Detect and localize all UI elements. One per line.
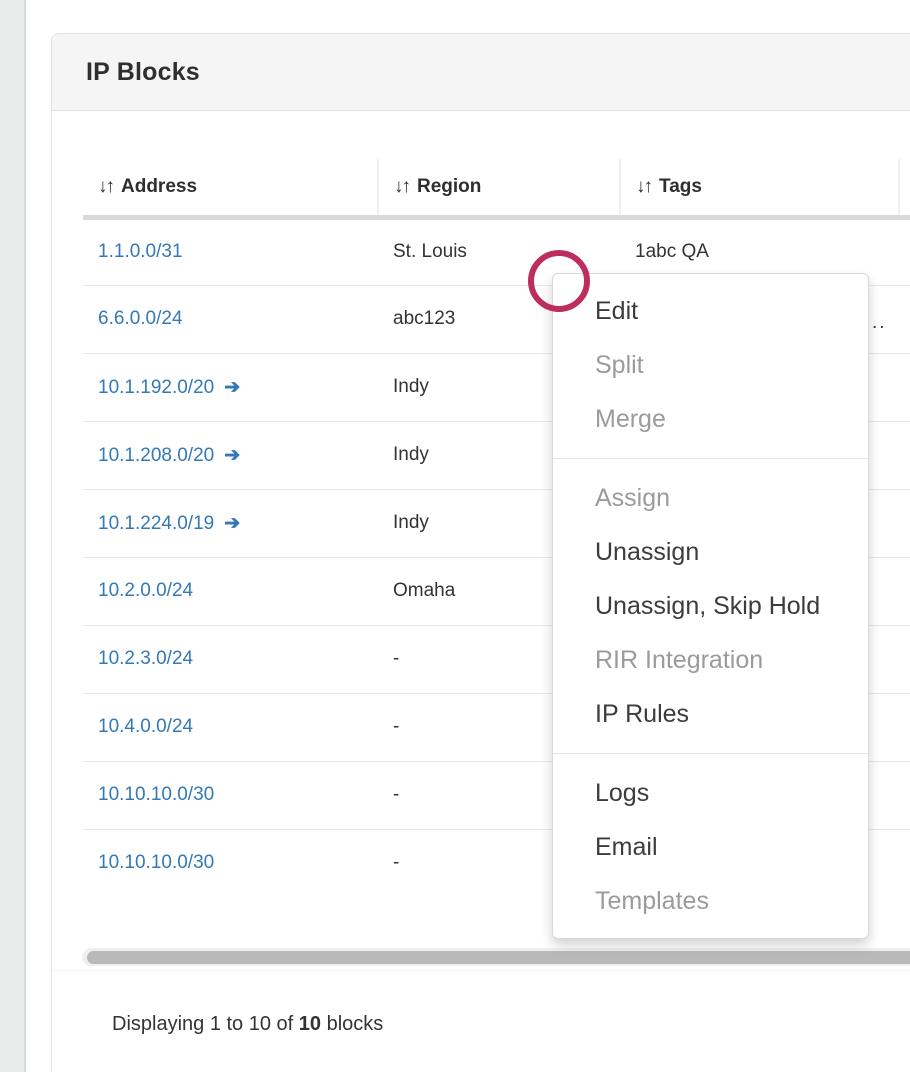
subblock-arrow-icon: ➔ — [224, 513, 240, 534]
address-link[interactable]: 1.1.0.0/31 — [98, 241, 183, 262]
address-link[interactable]: 10.1.192.0/20 — [98, 377, 214, 398]
pagination-summary-suffix: blocks — [321, 1013, 383, 1035]
click-indicator-ring — [528, 250, 590, 312]
subblock-arrow-icon: ➔ — [224, 445, 240, 466]
menu-item-templates: Templates — [553, 874, 868, 928]
address-link[interactable]: 6.6.0.0/24 — [98, 308, 183, 329]
horizontal-scrollbar-track[interactable] — [82, 948, 910, 966]
address-link[interactable]: 10.10.10.0/30 — [98, 784, 214, 805]
sort-icon[interactable]: ↓↑ — [98, 176, 113, 197]
panel-header: IP Blocks — [52, 34, 910, 111]
column-label: Region — [417, 176, 481, 197]
column-label: Tags — [659, 176, 702, 197]
menu-item-assign: Assign — [553, 471, 868, 525]
horizontal-scrollbar-thumb[interactable] — [87, 951, 910, 964]
row-context-menu: Edit Split Merge Assign Unassign Unassig… — [552, 273, 869, 939]
table-header-row: ↓↑ Address ↓↑ Region ↓↑ Tags — [83, 159, 910, 217]
subblock-arrow-icon: ➔ — [224, 377, 240, 398]
address-link[interactable]: 10.4.0.0/24 — [98, 716, 193, 737]
address-link[interactable]: 10.2.3.0/24 — [98, 648, 193, 669]
column-label: Address — [121, 176, 197, 197]
page-title: IP Blocks — [86, 58, 200, 87]
address-link[interactable]: 10.2.0.0/24 — [98, 580, 193, 601]
sort-icon[interactable]: ↓↑ — [394, 176, 409, 197]
column-header-tags[interactable]: ↓↑ Tags — [620, 159, 899, 217]
address-link[interactable]: 10.1.208.0/20 — [98, 445, 214, 466]
address-link[interactable]: 10.10.10.0/30 — [98, 852, 214, 873]
menu-item-ip-rules[interactable]: IP Rules — [553, 687, 868, 741]
menu-item-split: Split — [553, 338, 868, 392]
address-link[interactable]: 10.1.224.0/19 — [98, 513, 214, 534]
menu-item-email[interactable]: Email — [553, 820, 868, 874]
pagination-summary: Displaying 1 to 10 of 10 blocks — [112, 1013, 383, 1036]
menu-item-unassign-skip-hold[interactable]: Unassign, Skip Hold — [553, 579, 868, 633]
pagination-total-count: 10 — [299, 1013, 321, 1035]
menu-item-merge: Merge — [553, 392, 868, 446]
menu-divider — [553, 753, 868, 754]
menu-item-unassign[interactable]: Unassign — [553, 525, 868, 579]
table-bottom-divider — [52, 970, 910, 971]
menu-item-logs[interactable]: Logs — [553, 766, 868, 820]
menu-item-edit[interactable]: Edit — [553, 284, 868, 338]
menu-item-rir-integration: RIR Integration — [553, 633, 868, 687]
column-header-address[interactable]: ↓↑ Address — [83, 159, 378, 217]
app-left-gutter — [0, 0, 26, 1072]
truncated-tags-text: .. — [872, 312, 887, 334]
column-header-extra — [899, 159, 910, 217]
sort-icon[interactable]: ↓↑ — [636, 176, 651, 197]
menu-divider — [553, 458, 868, 459]
column-header-region[interactable]: ↓↑ Region — [378, 159, 620, 217]
pagination-summary-prefix: Displaying 1 to 10 of — [112, 1013, 299, 1035]
